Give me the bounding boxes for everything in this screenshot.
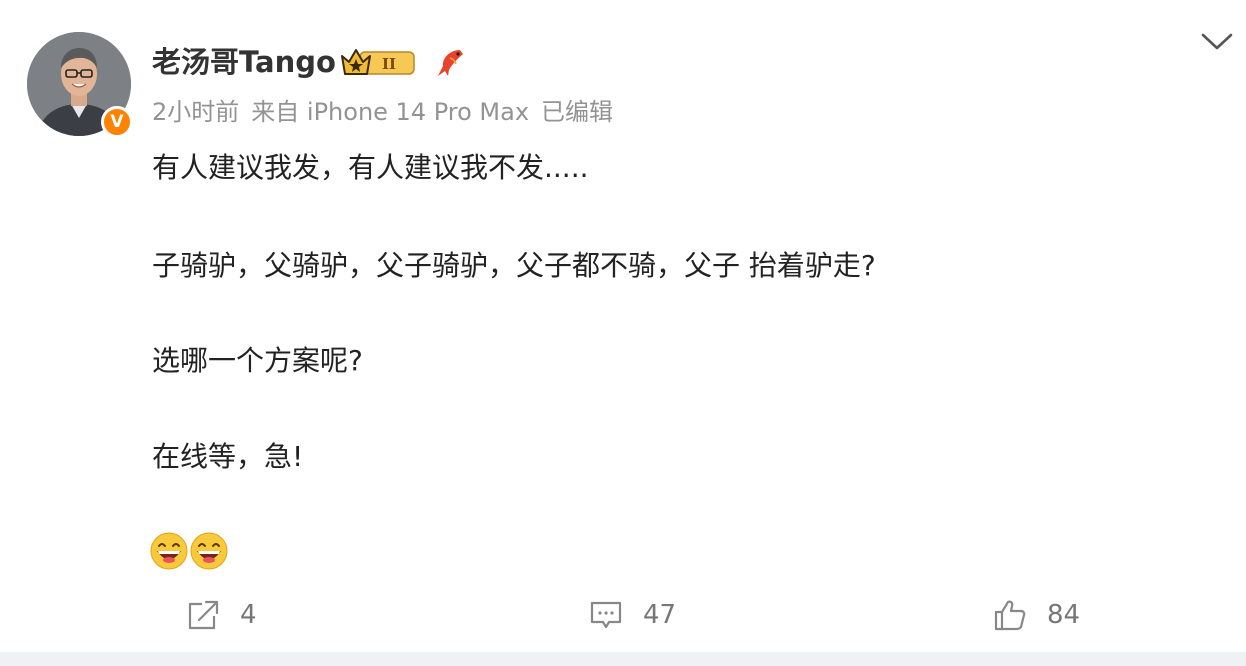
crown-level-badge-icon[interactable]: II (340, 46, 416, 78)
post-time[interactable]: 2小时前 (152, 98, 239, 126)
feed-separator (0, 652, 1246, 666)
comment-icon (590, 601, 622, 629)
like-count: 84 (1047, 600, 1081, 630)
username[interactable]: 老汤哥Tango (152, 40, 336, 84)
comment-button[interactable]: 47 (589, 592, 676, 638)
comment-count: 47 (643, 600, 677, 630)
verified-badge: V (101, 106, 133, 138)
laughing-face-emoji-icon (190, 532, 228, 570)
koi-fish-icon[interactable] (436, 46, 466, 78)
post-text-line: 子骑驴，父骑驴，父子骑驴，父子都不骑，父子 抬着驴走? (152, 249, 876, 282)
thumbs-up-icon (994, 600, 1026, 631)
repost-icon (188, 600, 219, 630)
like-button[interactable]: 84 (993, 592, 1080, 638)
level-numeral: II (382, 55, 396, 73)
edited-label[interactable]: 已编辑 (541, 98, 613, 126)
post-text-line: 在线等，急! (152, 440, 304, 473)
post-text-line: 有人建议我发，有人建议我不发..... (152, 151, 589, 184)
chevron-down-icon[interactable] (1200, 30, 1234, 52)
post-source: 来自 iPhone 14 Pro Max (251, 98, 530, 126)
laughing-face-emoji-icon (150, 532, 188, 570)
post-meta: 2小时前 来自 iPhone 14 Pro Max 已编辑 (152, 94, 625, 130)
repost-button[interactable]: 4 (186, 592, 257, 638)
verified-mark: V (110, 111, 124, 132)
repost-count: 4 (240, 600, 257, 630)
weibo-post-card: V 老汤哥Tango II 2小时前 来自 iPhone 14 Pro Max 已编… (0, 0, 1246, 652)
post-text-line: 选哪一个方案呢? (152, 344, 363, 377)
